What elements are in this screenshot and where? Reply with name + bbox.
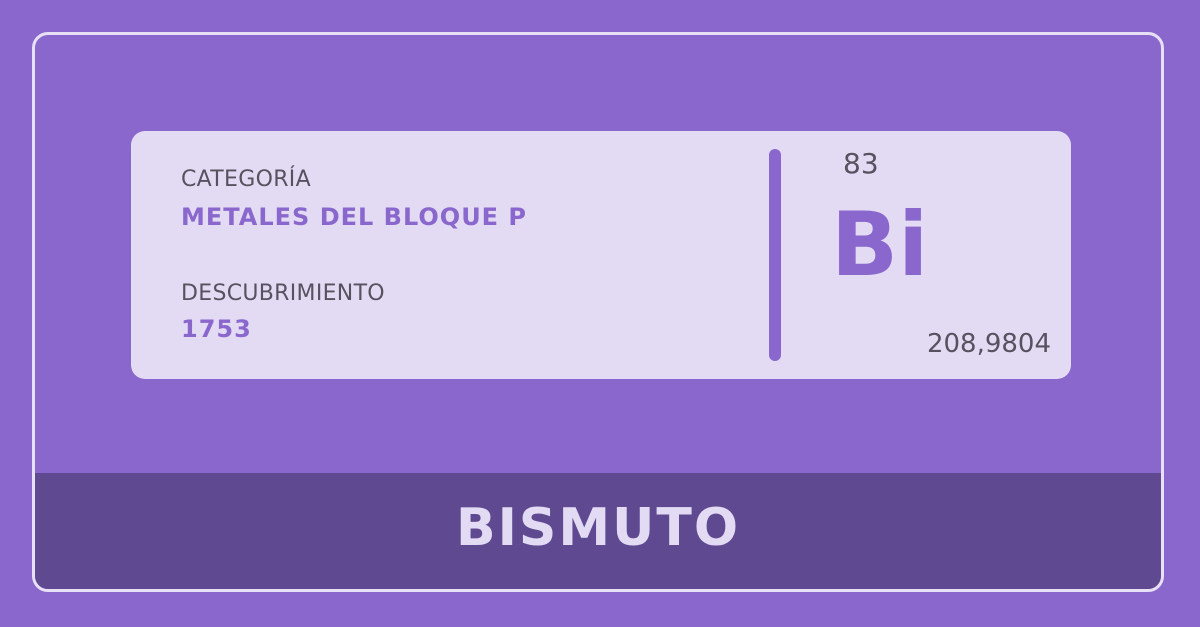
element-symbol: Bi (831, 193, 929, 296)
category-value: METALES DEL BLOQUE P (181, 203, 528, 231)
atomic-mass: 208,9804 (926, 329, 1051, 359)
element-card: CATEGORÍA METALES DEL BLOQUE P DESCUBRIM… (131, 131, 1071, 379)
category-label: CATEGORÍA (181, 167, 311, 192)
name-banner: BISMUTO (35, 473, 1161, 589)
card-divider (769, 149, 781, 361)
atomic-number: 83 (843, 147, 879, 180)
discovery-label: DESCUBRIMIENTO (181, 281, 385, 306)
element-name: BISMUTO (455, 498, 741, 558)
discovery-value: 1753 (181, 315, 252, 343)
element-frame: CATEGORÍA METALES DEL BLOQUE P DESCUBRIM… (32, 32, 1164, 592)
